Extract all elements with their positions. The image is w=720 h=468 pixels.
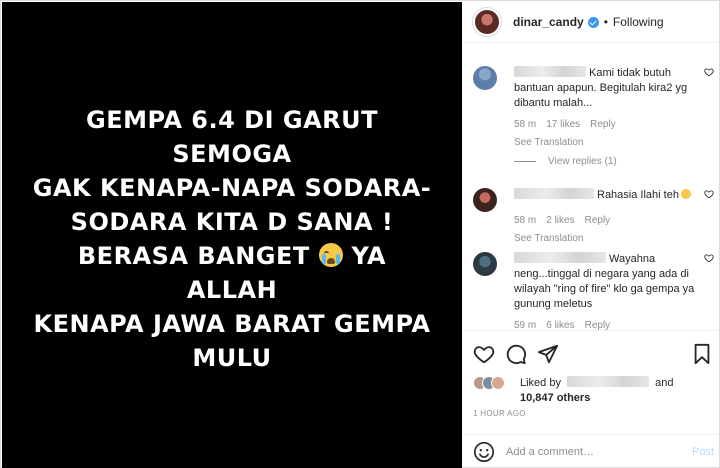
comment-likes[interactable]: 17 likes (546, 117, 580, 132)
smiling-face-icon (680, 189, 691, 199)
liker-username-blurred[interactable] (567, 376, 650, 387)
comment-likes[interactable]: 2 likes (546, 213, 574, 228)
comment-heart-icon[interactable] (704, 189, 714, 199)
comment-item: Kami tidak butuh bantuan apapun. Begitul… (473, 66, 718, 156)
verified-badge-icon (587, 16, 599, 28)
add-comment-input[interactable] (506, 445, 686, 458)
view-replies-line (514, 161, 536, 162)
emoji-picker-icon[interactable] (473, 441, 495, 463)
post-image-text: GEMPA 6.4 DI GARUT SEMOGA GAK KENAPA-NAP… (32, 95, 432, 375)
comment-item: Rahasia Ilahi teh 58 m 2 likes Reply See… (473, 188, 718, 244)
add-comment-bar: Post (463, 434, 720, 468)
comment-body: Wayahna neng...tinggal di negara yang ad… (514, 252, 704, 330)
commenter-username-blurred[interactable] (514, 188, 594, 199)
comments-list[interactable]: Kami tidak butuh bantuan apapun. Begitul… (463, 44, 720, 330)
author-avatar[interactable] (473, 8, 501, 36)
post-comment-button[interactable]: Post (692, 446, 714, 458)
liked-by-prefix: Liked by (520, 377, 561, 389)
author-username[interactable]: dinar_candy (513, 15, 584, 29)
view-replies-label: View replies (1) (548, 156, 617, 167)
commenter-username-blurred[interactable] (514, 66, 586, 77)
liker-avatar (491, 376, 505, 390)
reply-button[interactable]: Reply (590, 117, 616, 132)
commenter-avatar[interactable] (473, 252, 497, 276)
see-translation-link[interactable]: See Translation (514, 135, 704, 150)
post-side-panel: dinar_candy • Following Kami tidak butuh… (463, 2, 720, 468)
post-header: dinar_candy • Following (463, 2, 720, 43)
image-text-part-3: KENAPA JAWA BARAT GEMPA MULU (33, 310, 431, 372)
following-button[interactable]: Following (613, 15, 664, 29)
likes-summary: Liked by and 10,847 others (473, 373, 713, 405)
liker-avatars[interactable] (473, 376, 513, 390)
see-translation-link[interactable]: See Translation (514, 231, 704, 246)
comment-body: Rahasia Ilahi teh 58 m 2 likes Reply See… (514, 188, 704, 246)
reply-button[interactable]: Reply (585, 318, 611, 330)
post-frame: GEMPA 6.4 DI GARUT SEMOGA GAK KENAPA-NAP… (0, 0, 720, 468)
commenter-username-blurred[interactable] (514, 252, 606, 263)
header-separator: • (603, 15, 608, 29)
reply-button[interactable]: Reply (585, 213, 611, 228)
likes-count[interactable]: 10,847 others (520, 392, 590, 404)
post-timestamp[interactable]: 1 HOUR AGO (473, 409, 526, 418)
share-send-icon[interactable] (537, 343, 559, 365)
crying-face-icon (318, 243, 343, 267)
commenter-avatar[interactable] (473, 188, 497, 212)
liked-by-conj: and (655, 377, 674, 389)
comment-time: 59 m (514, 320, 537, 330)
comment-bubble-icon[interactable] (505, 343, 527, 365)
post-actions-bar (463, 330, 720, 375)
comment-likes[interactable]: 6 likes (546, 318, 574, 330)
comment-body: Kami tidak butuh bantuan apapun. Begitul… (514, 66, 704, 150)
like-heart-icon[interactable] (473, 343, 495, 365)
comment-meta: 59 m 6 likes Reply (514, 318, 704, 330)
comment-time: 58 m (514, 215, 537, 226)
comment-text: Rahasia Ilahi teh (597, 189, 679, 201)
comment-meta: 58 m 17 likes Reply (514, 117, 704, 132)
liked-by-text: Liked by and 10,847 others (520, 376, 715, 406)
comment-heart-icon[interactable] (704, 67, 714, 77)
comment-time: 58 m (514, 119, 537, 130)
comment-item: Wayahna neng...tinggal di negara yang ad… (473, 252, 718, 330)
post-image[interactable]: GEMPA 6.4 DI GARUT SEMOGA GAK KENAPA-NAP… (2, 2, 462, 468)
comment-heart-icon[interactable] (704, 253, 714, 263)
comment-meta: 58 m 2 likes Reply (514, 213, 704, 228)
bookmark-icon[interactable] (691, 343, 713, 365)
commenter-avatar[interactable] (473, 66, 497, 90)
view-replies-link[interactable]: View replies (1) (514, 156, 617, 167)
